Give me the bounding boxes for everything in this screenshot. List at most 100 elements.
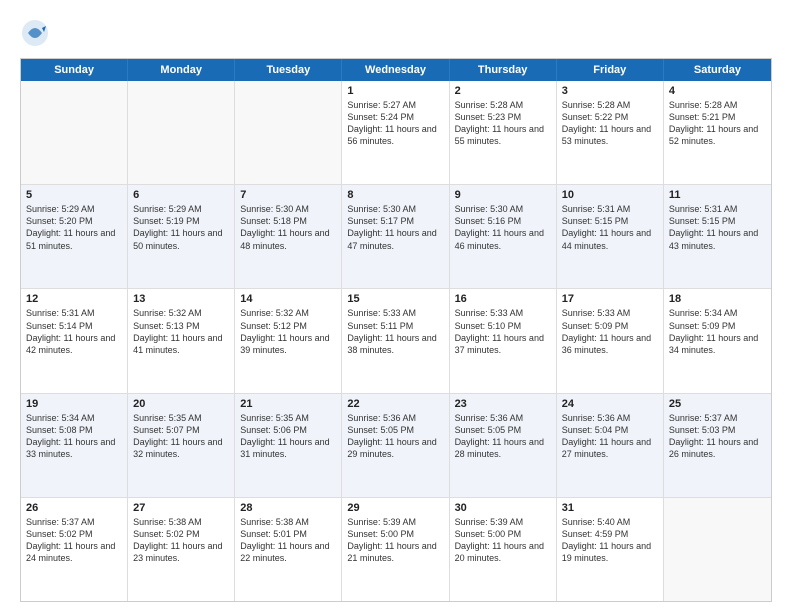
cal-cell-r0-c4: 2 Sunrise: 5:28 AM Sunset: 5:23 PM Daylig… — [450, 81, 557, 184]
day-number: 25 — [669, 398, 766, 410]
cell-info: Sunrise: 5:39 AM Sunset: 5:00 PM Dayligh… — [347, 516, 443, 565]
cell-info: Sunrise: 5:36 AM Sunset: 5:04 PM Dayligh… — [562, 412, 658, 461]
cal-cell-r0-c3: 1 Sunrise: 5:27 AM Sunset: 5:24 PM Daylig… — [342, 81, 449, 184]
cell-info: Sunrise: 5:33 AM Sunset: 5:09 PM Dayligh… — [562, 307, 658, 356]
day-number: 13 — [133, 293, 229, 305]
cal-cell-r0-c6: 4 Sunrise: 5:28 AM Sunset: 5:21 PM Daylig… — [664, 81, 771, 184]
cell-info: Sunrise: 5:40 AM Sunset: 4:59 PM Dayligh… — [562, 516, 658, 565]
cell-info: Sunrise: 5:39 AM Sunset: 5:00 PM Dayligh… — [455, 516, 551, 565]
day-number: 30 — [455, 502, 551, 514]
cal-cell-r1-c5: 10Sunrise: 5:31 AM Sunset: 5:15 PM Dayli… — [557, 185, 664, 288]
cal-cell-r3-c5: 24 Sunrise: 5:36 AM Sunset: 5:04 PM Dayli… — [557, 394, 664, 497]
cell-info: Sunrise: 5:38 AM Sunset: 5:01 PM Dayligh… — [240, 516, 336, 565]
cal-cell-r2-c5: 17 Sunrise: 5:33 AM Sunset: 5:09 PM Dayli… — [557, 289, 664, 392]
cell-info: Sunrise: 5:30 AM Sunset: 5:16 PM Dayligh… — [455, 203, 551, 252]
day-number: 2 — [455, 85, 551, 97]
cell-info: Sunrise: 5:32 AM Sunset: 5:12 PM Dayligh… — [240, 307, 336, 356]
calendar-body: 1 Sunrise: 5:27 AM Sunset: 5:24 PM Daylig… — [21, 81, 771, 601]
day-number: 9 — [455, 189, 551, 201]
cell-info: Sunrise: 5:31 AM Sunset: 5:14 PM Dayligh… — [26, 307, 122, 356]
day-number: 27 — [133, 502, 229, 514]
header-saturday: Saturday — [664, 59, 771, 81]
cal-cell-r4-c0: 26Sunrise: 5:37 AM Sunset: 5:02 PM Dayli… — [21, 498, 128, 601]
cal-cell-r3-c4: 23 Sunrise: 5:36 AM Sunset: 5:05 PM Dayli… — [450, 394, 557, 497]
day-number: 23 — [455, 398, 551, 410]
cal-cell-r2-c0: 12Sunrise: 5:31 AM Sunset: 5:14 PM Dayli… — [21, 289, 128, 392]
day-number: 14 — [240, 293, 336, 305]
day-number: 28 — [240, 502, 336, 514]
cal-cell-r2-c6: 18Sunrise: 5:34 AM Sunset: 5:09 PM Dayli… — [664, 289, 771, 392]
calendar-row-5: 26Sunrise: 5:37 AM Sunset: 5:02 PM Dayli… — [21, 498, 771, 601]
day-number: 21 — [240, 398, 336, 410]
cal-cell-r1-c1: 6 Sunrise: 5:29 AM Sunset: 5:19 PM Daylig… — [128, 185, 235, 288]
day-number: 6 — [133, 189, 229, 201]
page-header — [20, 18, 772, 48]
cell-info: Sunrise: 5:27 AM Sunset: 5:24 PM Dayligh… — [347, 99, 443, 148]
calendar-row-2: 5Sunrise: 5:29 AM Sunset: 5:20 PM Daylig… — [21, 185, 771, 289]
cell-info: Sunrise: 5:28 AM Sunset: 5:23 PM Dayligh… — [455, 99, 551, 148]
day-number: 3 — [562, 85, 658, 97]
day-number: 16 — [455, 293, 551, 305]
day-number: 18 — [669, 293, 766, 305]
cal-cell-r4-c1: 27 Sunrise: 5:38 AM Sunset: 5:02 PM Dayli… — [128, 498, 235, 601]
cell-info: Sunrise: 5:35 AM Sunset: 5:07 PM Dayligh… — [133, 412, 229, 461]
cal-cell-r1-c4: 9 Sunrise: 5:30 AM Sunset: 5:16 PM Daylig… — [450, 185, 557, 288]
cal-cell-r2-c3: 15 Sunrise: 5:33 AM Sunset: 5:11 PM Dayli… — [342, 289, 449, 392]
cal-cell-r1-c0: 5Sunrise: 5:29 AM Sunset: 5:20 PM Daylig… — [21, 185, 128, 288]
cal-cell-r2-c4: 16 Sunrise: 5:33 AM Sunset: 5:10 PM Dayli… — [450, 289, 557, 392]
day-number: 19 — [26, 398, 122, 410]
calendar-row-4: 19 Sunrise: 5:34 AM Sunset: 5:08 PM Dayli… — [21, 394, 771, 498]
cal-cell-r2-c2: 14 Sunrise: 5:32 AM Sunset: 5:12 PM Dayli… — [235, 289, 342, 392]
cal-cell-r1-c2: 7 Sunrise: 5:30 AM Sunset: 5:18 PM Daylig… — [235, 185, 342, 288]
header-wednesday: Wednesday — [342, 59, 449, 81]
cell-info: Sunrise: 5:37 AM Sunset: 5:03 PM Dayligh… — [669, 412, 766, 461]
logo-icon — [20, 18, 50, 48]
day-number: 8 — [347, 189, 443, 201]
day-number: 4 — [669, 85, 766, 97]
cell-info: Sunrise: 5:38 AM Sunset: 5:02 PM Dayligh… — [133, 516, 229, 565]
cell-info: Sunrise: 5:36 AM Sunset: 5:05 PM Dayligh… — [455, 412, 551, 461]
cal-cell-r3-c0: 19 Sunrise: 5:34 AM Sunset: 5:08 PM Dayli… — [21, 394, 128, 497]
cell-info: Sunrise: 5:28 AM Sunset: 5:21 PM Dayligh… — [669, 99, 766, 148]
cal-cell-r3-c3: 22Sunrise: 5:36 AM Sunset: 5:05 PM Dayli… — [342, 394, 449, 497]
cell-info: Sunrise: 5:28 AM Sunset: 5:22 PM Dayligh… — [562, 99, 658, 148]
cell-info: Sunrise: 5:31 AM Sunset: 5:15 PM Dayligh… — [562, 203, 658, 252]
header-thursday: Thursday — [450, 59, 557, 81]
cell-info: Sunrise: 5:33 AM Sunset: 5:11 PM Dayligh… — [347, 307, 443, 356]
day-number: 31 — [562, 502, 658, 514]
day-number: 11 — [669, 189, 766, 201]
cell-info: Sunrise: 5:33 AM Sunset: 5:10 PM Dayligh… — [455, 307, 551, 356]
day-number: 17 — [562, 293, 658, 305]
cal-cell-r3-c2: 21 Sunrise: 5:35 AM Sunset: 5:06 PM Dayli… — [235, 394, 342, 497]
cell-info: Sunrise: 5:30 AM Sunset: 5:18 PM Dayligh… — [240, 203, 336, 252]
header-monday: Monday — [128, 59, 235, 81]
cal-cell-r4-c5: 31 Sunrise: 5:40 AM Sunset: 4:59 PM Dayli… — [557, 498, 664, 601]
day-number: 1 — [347, 85, 443, 97]
cal-cell-r3-c6: 25 Sunrise: 5:37 AM Sunset: 5:03 PM Dayli… — [664, 394, 771, 497]
calendar: Sunday Monday Tuesday Wednesday Thursday… — [20, 58, 772, 602]
cell-info: Sunrise: 5:35 AM Sunset: 5:06 PM Dayligh… — [240, 412, 336, 461]
cell-info: Sunrise: 5:29 AM Sunset: 5:19 PM Dayligh… — [133, 203, 229, 252]
cal-cell-r0-c0 — [21, 81, 128, 184]
header-friday: Friday — [557, 59, 664, 81]
calendar-row-3: 12Sunrise: 5:31 AM Sunset: 5:14 PM Dayli… — [21, 289, 771, 393]
day-number: 7 — [240, 189, 336, 201]
day-number: 24 — [562, 398, 658, 410]
cell-info: Sunrise: 5:30 AM Sunset: 5:17 PM Dayligh… — [347, 203, 443, 252]
day-number: 15 — [347, 293, 443, 305]
cal-cell-r0-c1 — [128, 81, 235, 184]
cell-info: Sunrise: 5:32 AM Sunset: 5:13 PM Dayligh… — [133, 307, 229, 356]
day-number: 29 — [347, 502, 443, 514]
cell-info: Sunrise: 5:31 AM Sunset: 5:15 PM Dayligh… — [669, 203, 766, 252]
cal-cell-r4-c4: 30 Sunrise: 5:39 AM Sunset: 5:00 PM Dayli… — [450, 498, 557, 601]
cell-info: Sunrise: 5:34 AM Sunset: 5:08 PM Dayligh… — [26, 412, 122, 461]
day-number: 26 — [26, 502, 122, 514]
cal-cell-r0-c5: 3 Sunrise: 5:28 AM Sunset: 5:22 PM Daylig… — [557, 81, 664, 184]
cal-cell-r4-c6 — [664, 498, 771, 601]
header-sunday: Sunday — [21, 59, 128, 81]
logo — [20, 18, 54, 48]
cell-info: Sunrise: 5:36 AM Sunset: 5:05 PM Dayligh… — [347, 412, 443, 461]
cell-info: Sunrise: 5:29 AM Sunset: 5:20 PM Dayligh… — [26, 203, 122, 252]
cal-cell-r4-c2: 28 Sunrise: 5:38 AM Sunset: 5:01 PM Dayli… — [235, 498, 342, 601]
calendar-row-1: 1 Sunrise: 5:27 AM Sunset: 5:24 PM Daylig… — [21, 81, 771, 185]
